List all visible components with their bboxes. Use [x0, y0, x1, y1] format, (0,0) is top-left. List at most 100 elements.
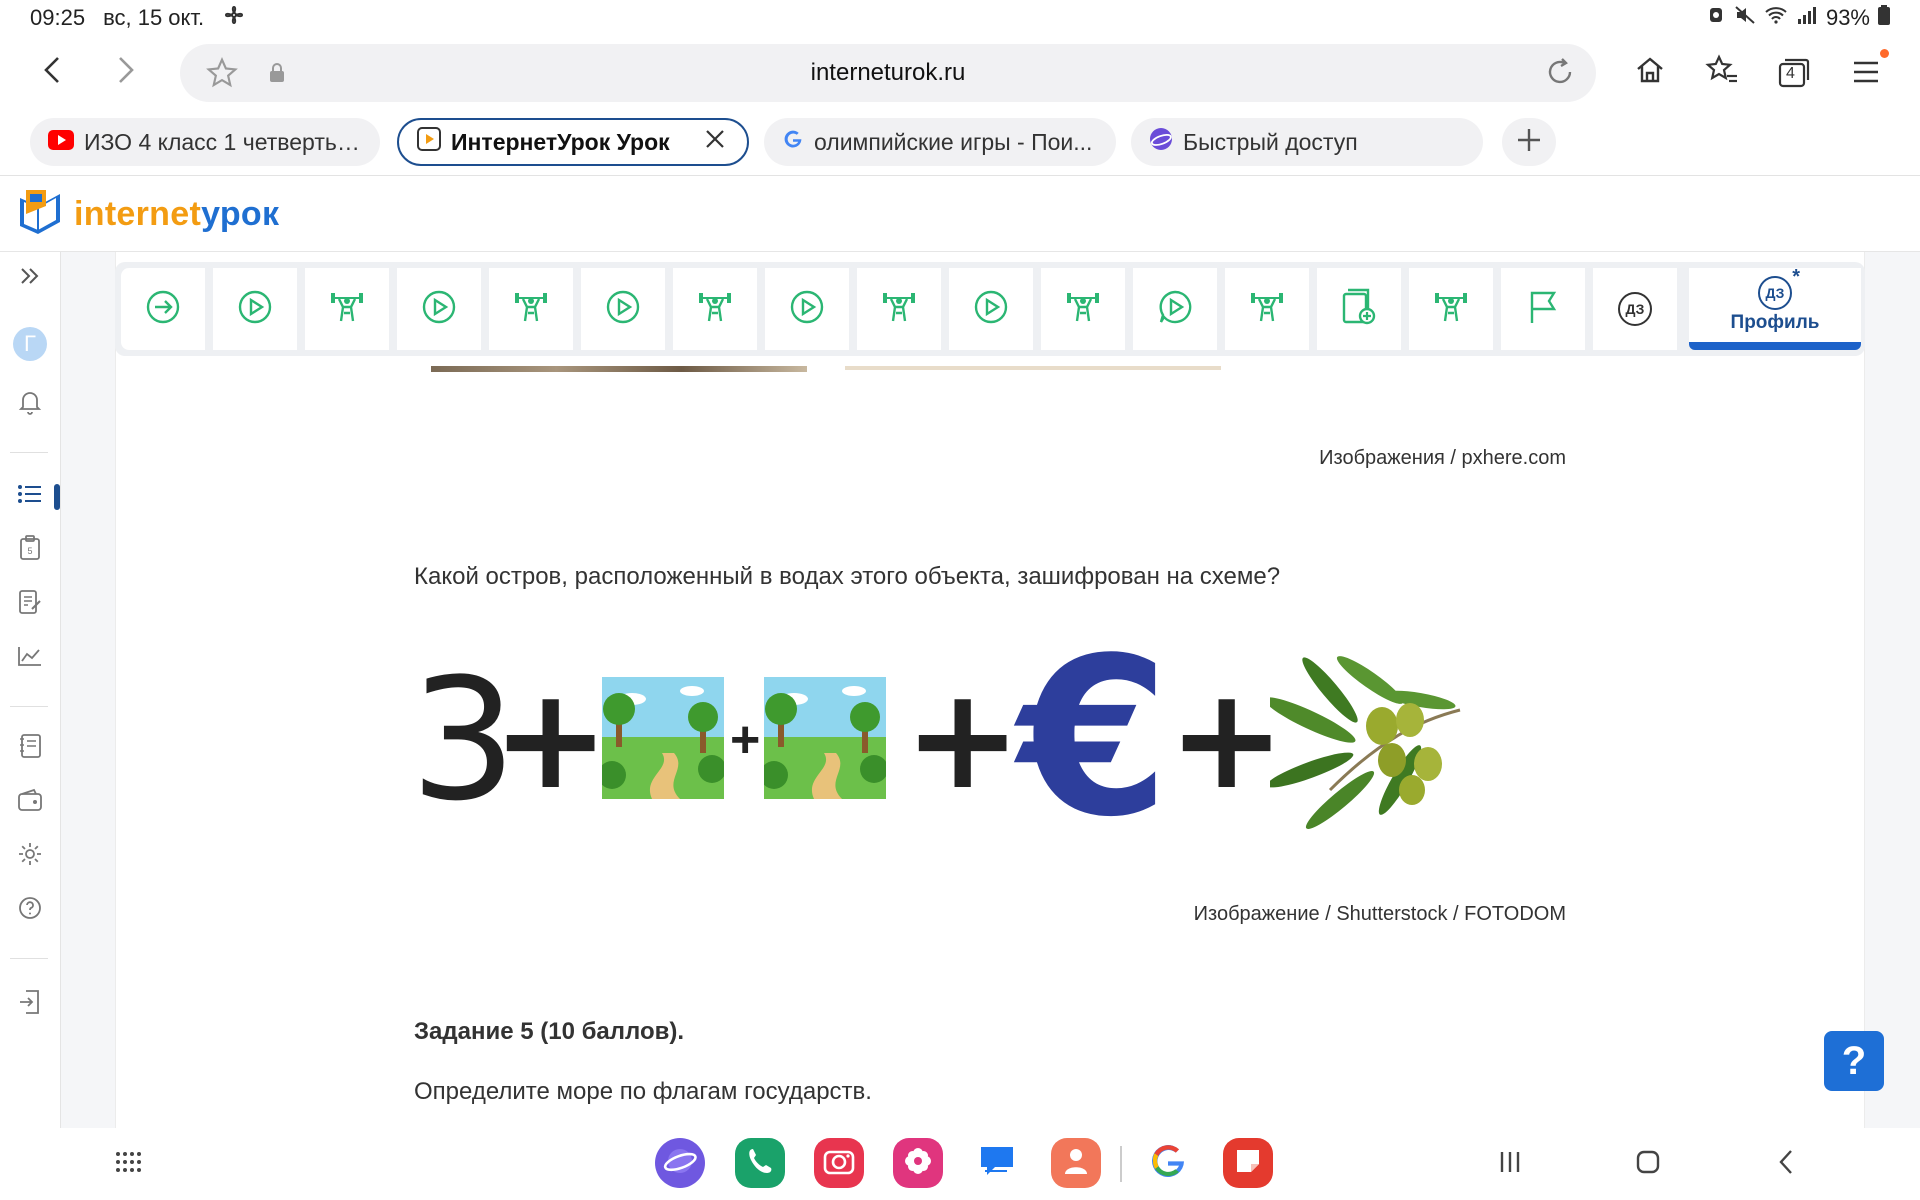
journal-button[interactable]	[12, 730, 48, 766]
play-circle-icon	[605, 289, 641, 330]
step-training[interactable]	[489, 268, 573, 350]
task-text: Определите море по флагам государств.	[414, 1078, 872, 1105]
tab-interneturok[interactable]: ИнтернетУрок Урок	[397, 118, 749, 166]
book-icon	[18, 733, 42, 764]
step-training[interactable]	[857, 268, 941, 350]
app-drawer-button[interactable]	[108, 1144, 148, 1184]
statistics-button[interactable]	[12, 640, 48, 676]
step-training[interactable]	[305, 268, 389, 350]
step-video[interactable]	[397, 268, 481, 350]
arrow-circle-icon	[145, 289, 181, 330]
recent-apps-button[interactable]	[1490, 1144, 1530, 1184]
weightlifter-icon	[1247, 287, 1287, 332]
wallet-icon	[17, 788, 43, 817]
euro-symbol: €	[1018, 612, 1170, 865]
tab-label: олимпийские игры - Пои...	[814, 128, 1093, 155]
step-training[interactable]	[1041, 268, 1125, 350]
step-intro[interactable]	[121, 268, 205, 350]
tab-quick-access[interactable]: Быстрый доступ	[1131, 118, 1483, 166]
weightlifter-icon	[1063, 287, 1103, 332]
tab-google-search[interactable]: олимпийские игры - Пои...	[764, 118, 1116, 166]
status-bar: 09:25 вс, 15 окт. 93%	[0, 0, 1920, 36]
google-icon	[1148, 1141, 1188, 1186]
step-video[interactable]	[949, 268, 1033, 350]
alarm-icon	[1706, 5, 1726, 31]
close-tab-button[interactable]	[701, 128, 729, 156]
lessons-list-button[interactable]	[12, 478, 48, 514]
task-title: Задание 5 (10 баллов).	[414, 1018, 685, 1045]
rebus-plus-small: +	[730, 711, 761, 769]
tab-profile[interactable]: ДЗ * Профиль	[1689, 266, 1861, 350]
avatar[interactable]: Г	[12, 326, 48, 362]
logout-button[interactable]	[12, 986, 48, 1022]
dock-notes-app[interactable]	[1223, 1138, 1273, 1188]
new-tab-button[interactable]	[1502, 118, 1556, 166]
notifications-button[interactable]	[12, 386, 48, 422]
expand-sidebar-button[interactable]	[12, 260, 48, 296]
dock-internet-app[interactable]	[655, 1138, 705, 1188]
bookmarks-button[interactable]	[1700, 50, 1744, 94]
chevron-left-icon	[1775, 1148, 1797, 1181]
close-icon	[704, 128, 726, 156]
notes-button[interactable]	[12, 586, 48, 622]
dock-messages-app[interactable]	[972, 1138, 1022, 1188]
avatar-letter: Г	[13, 327, 47, 361]
step-training[interactable]	[673, 268, 757, 350]
tabs-button[interactable]: 4	[1772, 50, 1816, 94]
flag-icon	[1526, 289, 1560, 330]
step-training[interactable]	[1409, 268, 1493, 350]
signal-icon	[1796, 5, 1818, 31]
svg-text:5: 5	[27, 546, 32, 556]
tab-strip: ИЗО 4 класс 1 четверть ... ИнтернетУрок …	[0, 116, 1920, 170]
settings-button[interactable]	[12, 838, 48, 874]
chevron-right-icon	[114, 55, 138, 90]
dock-gallery-app[interactable]	[893, 1138, 943, 1188]
hamburger-menu-icon	[1850, 49, 1889, 87]
browser-toolbar: interneturok.ru 4	[0, 36, 1920, 108]
profile-label: Профиль	[1730, 312, 1820, 333]
forward-button[interactable]	[104, 50, 148, 94]
play-circle-icon	[789, 289, 825, 330]
step-finish[interactable]	[1501, 268, 1585, 350]
edit-document-icon	[18, 589, 42, 620]
home-button[interactable]	[1628, 50, 1672, 94]
site-header: internetурок	[0, 176, 1920, 252]
path-landscape-image	[602, 677, 724, 799]
tab-izo[interactable]: ИЗО 4 класс 1 четверть ...	[30, 118, 380, 166]
dock-contacts-app[interactable]	[1051, 1138, 1101, 1188]
weightlifter-icon	[879, 287, 919, 332]
recents-icon	[1496, 1149, 1524, 1180]
address-bar[interactable]: interneturok.ru	[180, 44, 1596, 102]
tab-label: ИнтернетУрок Урок	[451, 128, 670, 155]
dock-phone-app[interactable]	[735, 1138, 785, 1188]
step-video[interactable]	[581, 268, 665, 350]
help-center-button[interactable]	[12, 892, 48, 928]
reload-icon[interactable]	[1544, 56, 1576, 93]
homework-button[interactable]: 5	[12, 532, 48, 568]
back-nav-button[interactable]	[1766, 1144, 1806, 1184]
home-square-icon	[1634, 1148, 1662, 1181]
step-video[interactable]	[213, 268, 297, 350]
homework-badge-text: ДЗ	[1765, 285, 1785, 301]
menu-button[interactable]	[1844, 49, 1889, 94]
back-button[interactable]	[30, 50, 74, 94]
asterisk-icon: *	[1792, 266, 1800, 288]
step-training[interactable]	[1225, 268, 1309, 350]
dock-camera-app[interactable]	[814, 1138, 864, 1188]
divider	[10, 452, 48, 453]
tabs-count: 4	[1786, 65, 1795, 82]
help-button[interactable]: ?	[1824, 1031, 1884, 1091]
step-video[interactable]	[765, 268, 849, 350]
lesson-steps-bar: ДЗ ДЗ * Профиль	[115, 262, 1865, 356]
step-summary[interactable]	[1317, 268, 1401, 350]
question-text: Какой остров, расположенный в водах этог…	[414, 563, 1281, 590]
home-nav-button[interactable]	[1628, 1144, 1668, 1184]
logout-icon	[18, 989, 42, 1020]
dock-google-app[interactable]	[1143, 1138, 1193, 1188]
wallet-button[interactable]	[12, 784, 48, 820]
path-landscape-image	[764, 677, 886, 799]
site-logo[interactable]: internetурок	[16, 186, 279, 243]
step-video-quiz[interactable]	[1133, 268, 1217, 350]
step-homework[interactable]: ДЗ	[1593, 268, 1677, 350]
divider	[10, 706, 48, 707]
